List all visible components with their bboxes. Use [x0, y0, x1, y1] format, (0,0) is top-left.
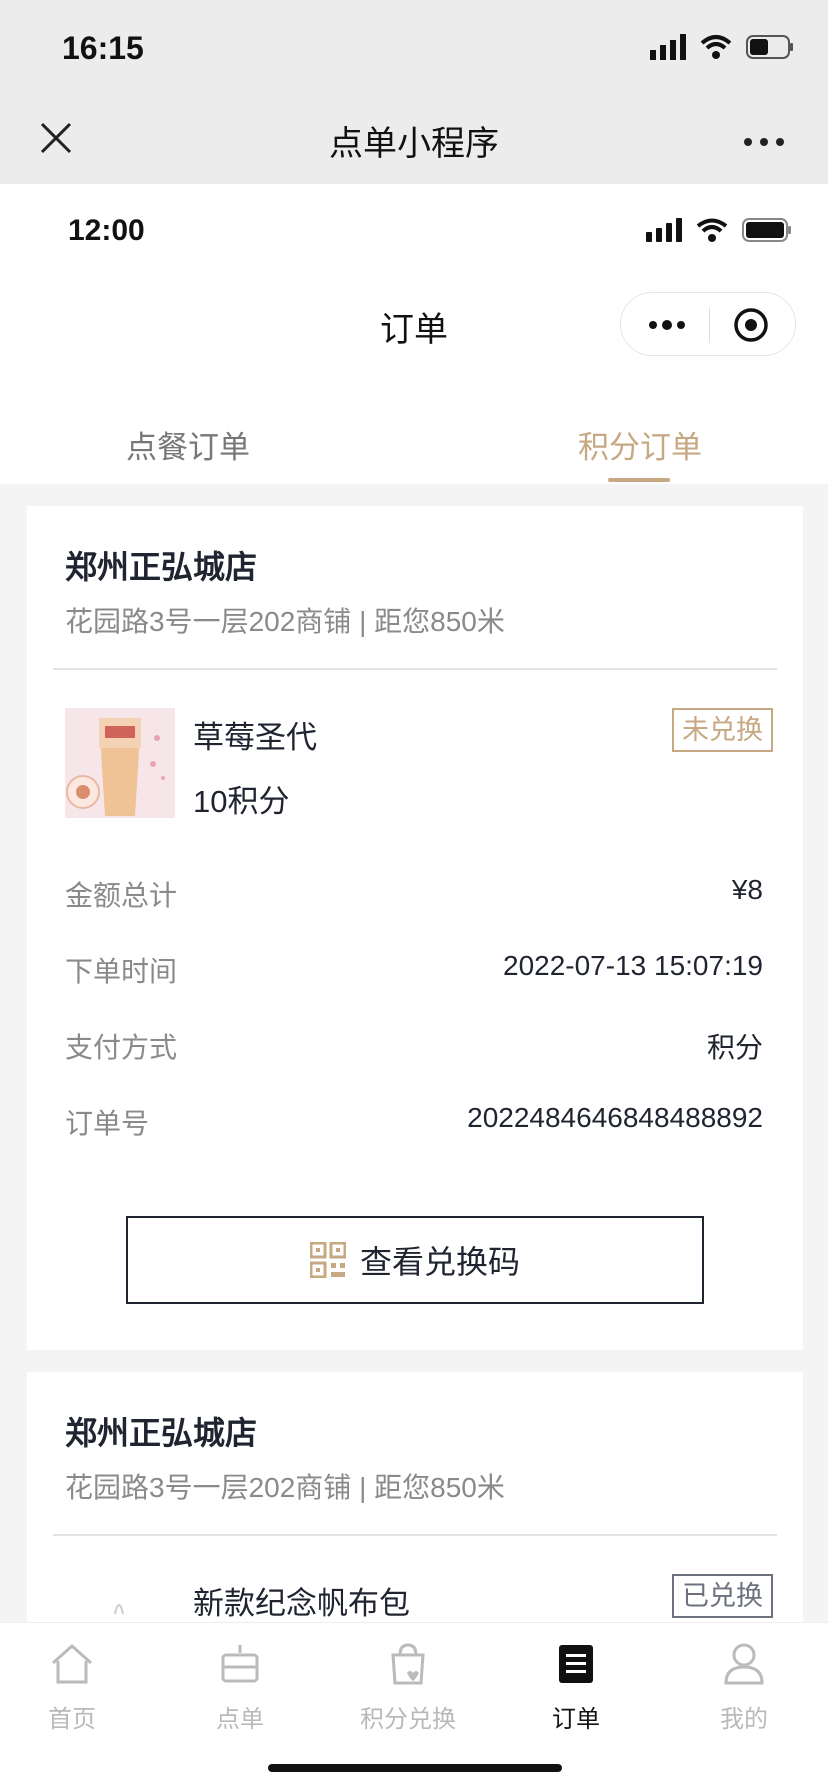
store-address: 花园路3号一层202商铺 | 距您850米 [65, 606, 505, 637]
battery-icon [742, 218, 791, 242]
cake-icon [221, 1645, 259, 1683]
home-icon [51, 1643, 93, 1684]
item-name: 草莓圣代 [193, 720, 317, 755]
status-badge: 未兑换 [672, 708, 773, 752]
inner-status-bar: 12:00 [0, 184, 828, 272]
capsule-divider [709, 307, 710, 343]
tabbar-item-orders[interactable]: 订单 [516, 1641, 636, 1734]
inner-status-icons [646, 218, 792, 242]
view-redeem-code-button[interactable]: 查看兑换码 [126, 1216, 704, 1304]
view-redeem-code-label: 查看兑换码 [359, 1244, 520, 1280]
user-icon [724, 1643, 764, 1685]
tabbar-label: 首页 [48, 1706, 96, 1733]
miniprogram-title: 点单小程序 [329, 125, 499, 163]
item-points: 10积分 [193, 784, 290, 819]
divider [53, 1534, 777, 1536]
more-dots-icon[interactable] [647, 315, 687, 335]
tab-dining-orders[interactable]: 点餐订单 [126, 422, 250, 467]
divider [53, 668, 777, 670]
row-label: 金额总计 [65, 880, 178, 911]
tabbar-item-order-food[interactable]: 点单 [180, 1641, 300, 1734]
row-value: 2022-07-13 15:07:19 [503, 950, 763, 981]
product-image [65, 708, 175, 818]
tabbar-label: 积分兑换 [360, 1706, 456, 1733]
order-tabs: 点餐订单 积分订单 [0, 376, 828, 484]
order-list-icon [559, 1645, 593, 1683]
page-nav-bar: 订单 [0, 272, 828, 376]
row-label: 订单号 [65, 1108, 150, 1139]
cellular-signal-icon [646, 218, 682, 242]
active-tab-indicator [608, 478, 670, 482]
row-value: 积分 [706, 1032, 763, 1063]
cellular-signal-icon [650, 34, 686, 60]
row-value: 2022484646848488892 [467, 1102, 763, 1133]
home-indicator [268, 1764, 562, 1772]
row-label: 下单时间 [65, 956, 178, 987]
item-name: 新款纪念帆布包 [193, 1586, 410, 1621]
system-status-icons [650, 34, 794, 60]
more-options-icon[interactable] [740, 122, 788, 162]
store-name: 郑州正弘城店 [65, 1415, 258, 1451]
row-value: ¥8 [731, 874, 763, 905]
status-badge: 已兑换 [672, 1574, 773, 1618]
tabbar-item-home[interactable]: 首页 [12, 1641, 132, 1734]
tab-points-orders[interactable]: 积分订单 [578, 422, 702, 467]
system-time: 16:15 [62, 30, 144, 66]
wifi-icon [700, 35, 732, 59]
gift-bag-icon [391, 1643, 425, 1685]
tabbar-item-points-exchange[interactable]: 积分兑换 [348, 1641, 468, 1734]
inner-time: 12:00 [68, 214, 145, 247]
miniprogram-header: 点单小程序 [0, 96, 828, 184]
wifi-icon [696, 218, 728, 242]
tabbar-label: 我的 [720, 1706, 768, 1733]
qr-code-icon [309, 1242, 346, 1278]
close-miniprogram-icon[interactable] [733, 307, 769, 343]
order-card: 郑州正弘城店 花园路3号一层202商铺 | 距您850米 草莓圣代 10积分 未… [27, 506, 803, 1350]
row-label: 支付方式 [65, 1032, 178, 1063]
store-address: 花园路3号一层202商铺 | 距您850米 [65, 1472, 505, 1503]
capsule-menu [620, 292, 796, 356]
system-status-bar: 16:15 [0, 0, 828, 96]
tabbar-item-mine[interactable]: 我的 [684, 1641, 804, 1734]
tabbar-label: 订单 [552, 1706, 600, 1733]
store-name: 郑州正弘城店 [65, 549, 258, 585]
battery-icon [746, 35, 793, 59]
tabbar-label: 点单 [216, 1706, 264, 1733]
